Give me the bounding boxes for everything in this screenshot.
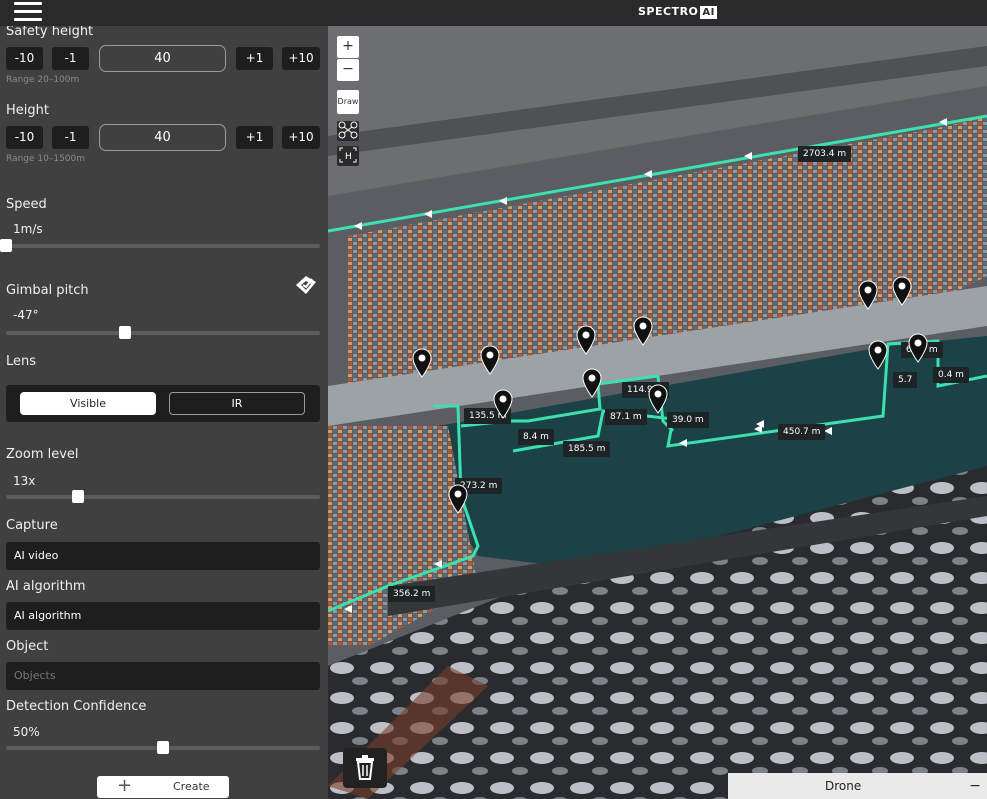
menu-icon[interactable]: [14, 2, 42, 24]
height-minus1-button[interactable]: -1: [52, 126, 89, 149]
distance-label: 185.5 m: [563, 441, 611, 457]
waypoint-marker-icon[interactable]: [857, 280, 879, 310]
distance-label: 450.7 m: [778, 424, 826, 440]
object-label: Object: [6, 639, 49, 654]
safety-height-minus1-button[interactable]: -1: [52, 47, 89, 70]
route-direction-arrow: [754, 425, 762, 433]
waypoint-marker-icon[interactable]: [581, 368, 603, 398]
trash-icon: [356, 755, 374, 780]
waypoint-marker-icon[interactable]: [447, 484, 469, 514]
svg-text:H: H: [345, 152, 352, 162]
app-brand: SPECTRO AI: [638, 5, 717, 19]
route-direction-arrow: [354, 222, 362, 230]
zoom-out-button[interactable]: −: [337, 59, 359, 81]
draw-button[interactable]: Draw: [337, 90, 359, 114]
route-direction-arrow: [424, 210, 432, 218]
zoom-level-slider[interactable]: [6, 490, 320, 503]
distance-label: 87.1 m: [605, 409, 647, 425]
mission-settings-panel: Safety height -10 -1 40 +1 +10 Range 20–…: [0, 0, 328, 799]
create-mission-button[interactable]: + Create: [97, 775, 229, 798]
gimbal-pitch-slider-thumb[interactable]: [119, 326, 132, 339]
distance-label: 356.2 m: [388, 586, 436, 602]
create-label: Create: [173, 780, 210, 793]
waypoint-marker-icon[interactable]: [907, 333, 929, 363]
distance-label: 2703.4 m: [798, 146, 852, 162]
top-bar: SPECTRO AI: [0, 0, 987, 26]
ai-algorithm-label: AI algorithm: [6, 579, 86, 594]
waypoint-marker-icon[interactable]: [411, 348, 433, 378]
lens-visible-button[interactable]: Visible: [20, 392, 156, 415]
drone-icon[interactable]: [337, 121, 359, 141]
safety-height-input[interactable]: 40: [99, 45, 226, 72]
zoom-in-button[interactable]: +: [337, 36, 359, 58]
detection-confidence-slider[interactable]: [6, 741, 320, 754]
distance-label: 5.7: [893, 372, 918, 388]
zoom-level-slider-thumb[interactable]: [72, 490, 85, 503]
waypoint-marker-icon[interactable]: [492, 389, 514, 419]
waypoint-marker-icon[interactable]: [575, 325, 597, 355]
capture-label: Capture: [6, 518, 58, 533]
gimbal-pitch-slider[interactable]: [6, 326, 320, 339]
brand-name: SPECTRO: [638, 5, 699, 18]
route-direction-arrow: [499, 197, 507, 205]
safety-height-plus1-button[interactable]: +1: [236, 47, 273, 70]
safety-height-minus10-button[interactable]: -10: [6, 47, 43, 70]
waypoint-marker-icon[interactable]: [647, 384, 669, 414]
distance-label: 0.4 m: [933, 367, 969, 383]
height-plus10-button[interactable]: +10: [282, 126, 320, 149]
delete-route-button[interactable]: [343, 748, 387, 788]
gimbal-camera-icon[interactable]: [292, 273, 320, 297]
speed-label: Speed: [6, 197, 47, 212]
gimbal-pitch-value: -47°: [13, 308, 39, 322]
height-minus10-button[interactable]: -10: [6, 126, 43, 149]
height-label: Height: [6, 103, 49, 118]
speed-slider-thumb[interactable]: [0, 239, 12, 252]
drone-panel-title: Drone: [825, 779, 862, 793]
capture-select[interactable]: AI video: [6, 542, 320, 570]
height-range-hint: Range 10–1500m: [6, 154, 86, 164]
waypoint-marker-icon[interactable]: [479, 345, 501, 375]
gimbal-pitch-label: Gimbal pitch: [6, 283, 89, 298]
ai-algorithm-select[interactable]: AI algorithm: [6, 602, 320, 630]
speed-slider[interactable]: [0, 239, 320, 252]
waypoint-marker-icon[interactable]: [891, 276, 913, 306]
height-input[interactable]: 40: [99, 124, 226, 151]
detection-confidence-label: Detection Confidence: [6, 699, 147, 714]
distance-label: 8.4 m: [518, 429, 554, 445]
safety-height-range-hint: Range 20–100m: [6, 75, 80, 85]
zoom-level-value: 13x: [13, 474, 36, 488]
zoom-level-label: Zoom level: [6, 447, 79, 462]
safety-height-label: Safety height: [6, 24, 94, 39]
waypoint-marker-icon[interactable]: [867, 340, 889, 370]
home-point-icon[interactable]: H: [337, 146, 359, 166]
lens-ir-button[interactable]: IR: [169, 392, 305, 415]
drone-panel-header[interactable]: Drone −: [728, 773, 987, 799]
object-select[interactable]: Objects: [6, 662, 320, 690]
detection-confidence-value: 50%: [13, 725, 40, 739]
safety-height-plus10-button[interactable]: +10: [282, 47, 320, 70]
distance-label: 39.0 m: [667, 412, 709, 428]
lens-toggle-group: Visible IR: [6, 385, 320, 422]
height-plus1-button[interactable]: +1: [236, 126, 273, 149]
speed-value: 1m/s: [13, 222, 43, 236]
collapse-icon[interactable]: −: [969, 773, 981, 799]
brand-badge: AI: [700, 6, 717, 19]
route-direction-arrow: [824, 427, 832, 435]
map-view[interactable]: 2703.4 m 65.0 m 5.7 0.4 m 114.9 m 135.5 …: [328, 26, 987, 799]
plus-icon: +: [117, 775, 133, 796]
lens-label: Lens: [6, 354, 37, 369]
detection-confidence-slider-thumb[interactable]: [157, 741, 169, 754]
waypoint-marker-icon[interactable]: [632, 316, 654, 346]
route-direction-arrow: [344, 605, 352, 613]
